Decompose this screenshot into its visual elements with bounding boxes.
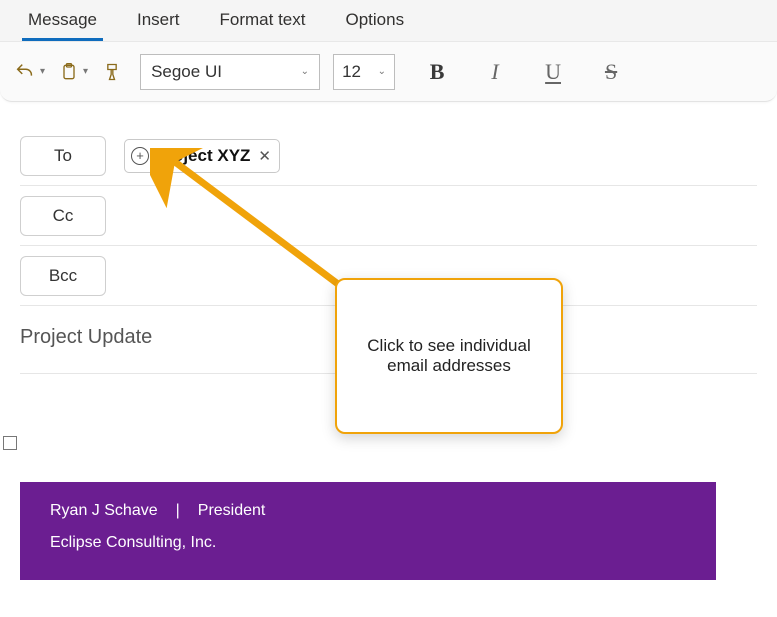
cc-row: Cc (20, 186, 757, 246)
annotation-callout: Click to see individual email addresses (335, 278, 563, 434)
font-size-value: 12 (342, 62, 361, 82)
chevron-down-icon: ⌄ (378, 66, 386, 77)
signature-company: Eclipse Consulting, Inc. (50, 534, 216, 552)
tab-message[interactable]: Message (8, 0, 117, 41)
tab-options[interactable]: Options (325, 0, 424, 41)
font-group: Segoe UI ⌄ 12 ⌄ (140, 54, 395, 90)
italic-button[interactable]: I (477, 54, 513, 90)
ribbon-tabs: Message Insert Format text Options (0, 0, 777, 42)
bcc-button[interactable]: Bcc (20, 256, 106, 296)
underline-button[interactable]: U (535, 54, 571, 90)
font-name-selector[interactable]: Segoe UI ⌄ (140, 54, 320, 90)
expand-group-icon[interactable]: + (131, 147, 149, 165)
bold-button[interactable]: B (419, 54, 455, 90)
font-name-value: Segoe UI (151, 62, 222, 82)
signature-line-2: Eclipse Consulting, Inc. (50, 534, 686, 552)
to-row: To + Project XYZ ✕ (20, 126, 757, 186)
signature-block: Ryan J Schave | President Eclipse Consul… (20, 482, 716, 580)
recipient-chip-label: Project XYZ (155, 146, 250, 166)
signature-title: President (198, 502, 266, 520)
chevron-down-icon: ▾ (40, 66, 45, 77)
signature-line-1: Ryan J Schave | President (50, 502, 686, 520)
chevron-down-icon: ▾ (83, 66, 88, 77)
strikethrough-button[interactable]: S (593, 54, 629, 90)
paste-button[interactable]: ▾ (59, 61, 88, 83)
tab-format-text[interactable]: Format text (200, 0, 326, 41)
annotation-text: Click to see individual email addresses (359, 336, 539, 376)
checkbox[interactable] (3, 436, 17, 450)
paintbrush-icon (102, 61, 122, 83)
remove-recipient-icon[interactable]: ✕ (258, 147, 271, 165)
style-group: B I U S (419, 54, 629, 90)
signature-name: Ryan J Schave (50, 502, 158, 520)
font-size-selector[interactable]: 12 ⌄ (333, 54, 395, 90)
to-button[interactable]: To (20, 136, 106, 176)
formatting-toolbar: ▾ ▾ Segoe UI ⌄ 12 ⌄ B I U S (0, 42, 777, 102)
recipient-chip[interactable]: + Project XYZ ✕ (124, 139, 280, 173)
chevron-down-icon: ⌄ (301, 66, 309, 77)
undo-button[interactable]: ▾ (14, 61, 45, 83)
clipboard-icon (59, 61, 79, 83)
quick-tools-group: ▾ ▾ (14, 61, 122, 83)
format-painter-button[interactable] (102, 61, 122, 83)
cc-button[interactable]: Cc (20, 196, 106, 236)
undo-icon (14, 61, 36, 83)
tab-insert[interactable]: Insert (117, 0, 200, 41)
signature-separator: | (176, 502, 180, 520)
